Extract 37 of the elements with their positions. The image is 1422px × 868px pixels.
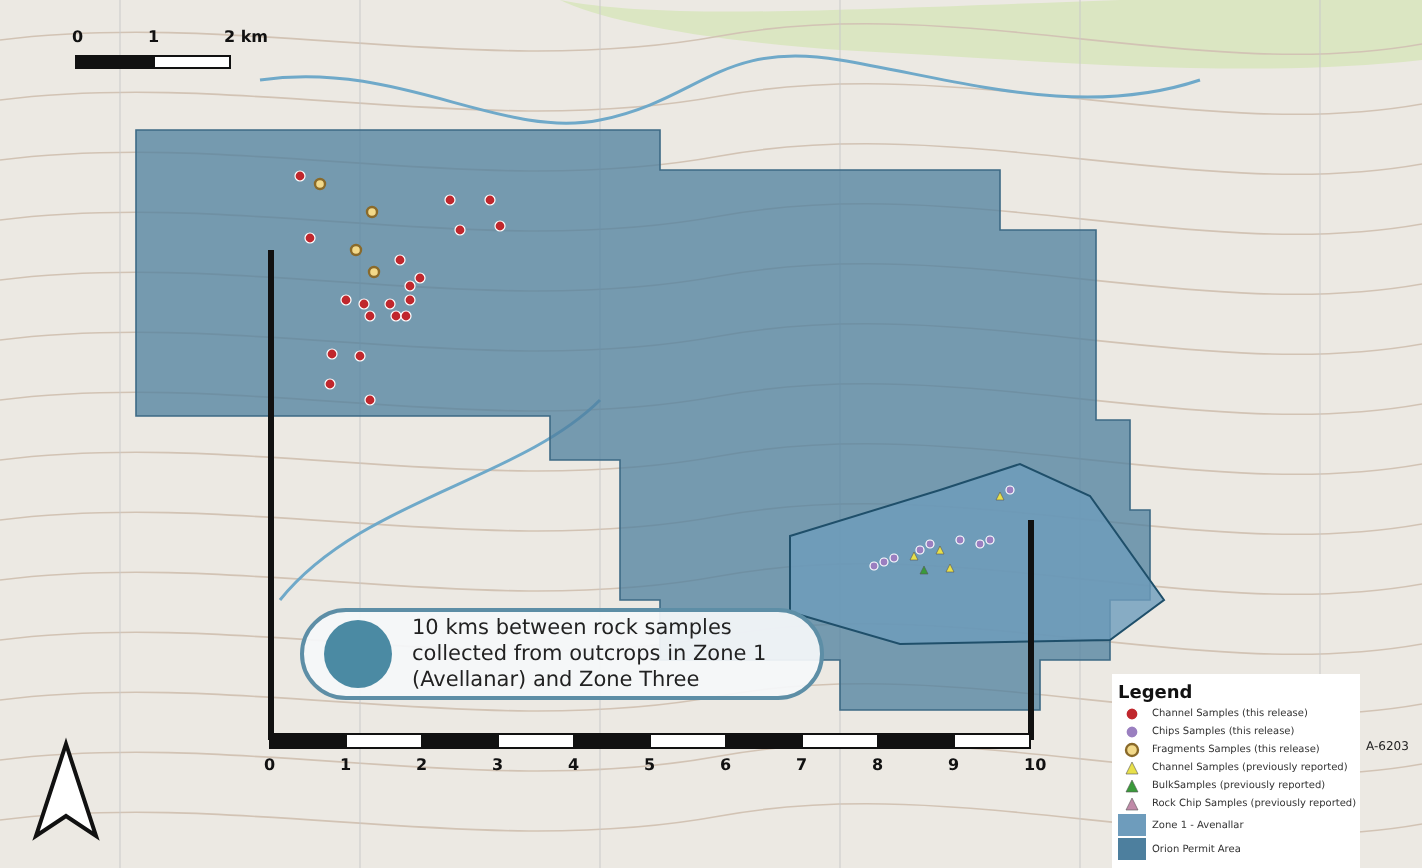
scale-label: 3 bbox=[492, 756, 504, 774]
sample-marker bbox=[367, 265, 381, 279]
scale-label: 1 bbox=[148, 28, 160, 46]
sample-marker bbox=[484, 194, 496, 206]
scale-label: 6 bbox=[720, 756, 732, 774]
scale-label: 2 km bbox=[224, 28, 269, 46]
scale-label: 8 bbox=[872, 756, 884, 774]
scale-label: 4 bbox=[568, 756, 580, 774]
sample-marker bbox=[294, 170, 306, 182]
scale-label: 2 bbox=[416, 756, 428, 774]
scale-label: 1 bbox=[340, 756, 352, 774]
sample-marker bbox=[444, 194, 456, 206]
sample-marker bbox=[349, 243, 363, 257]
scale-label: 0 bbox=[72, 28, 84, 46]
scale-label: 5 bbox=[644, 756, 656, 774]
scale-label: 7 bbox=[796, 756, 808, 774]
sample-marker bbox=[945, 563, 955, 573]
sample-marker bbox=[324, 378, 336, 390]
sample-marker bbox=[494, 220, 506, 232]
sample-marker bbox=[394, 254, 406, 266]
sample-marker bbox=[326, 348, 338, 360]
sample-marker bbox=[454, 224, 466, 236]
sample-marker bbox=[365, 205, 379, 219]
sample-marker bbox=[304, 232, 316, 244]
north-arrow-icon bbox=[32, 737, 100, 841]
sample-marker bbox=[919, 565, 929, 575]
scale-label: 9 bbox=[948, 756, 960, 774]
sample-marker bbox=[364, 394, 376, 406]
sample-marker bbox=[955, 535, 965, 545]
sample-marker bbox=[313, 177, 327, 191]
scale-label: 0 bbox=[264, 756, 276, 774]
callout-text: 10 kms between rock samples collected from outcrops in Zone 1 (Avellanar) and Zone Three bbox=[412, 615, 769, 693]
circle-icon bbox=[324, 620, 392, 688]
legend-title: Legend bbox=[1118, 684, 1195, 704]
scale-label: 10 bbox=[1024, 756, 1047, 774]
sample-marker bbox=[340, 294, 352, 306]
sample-marker bbox=[354, 350, 366, 362]
